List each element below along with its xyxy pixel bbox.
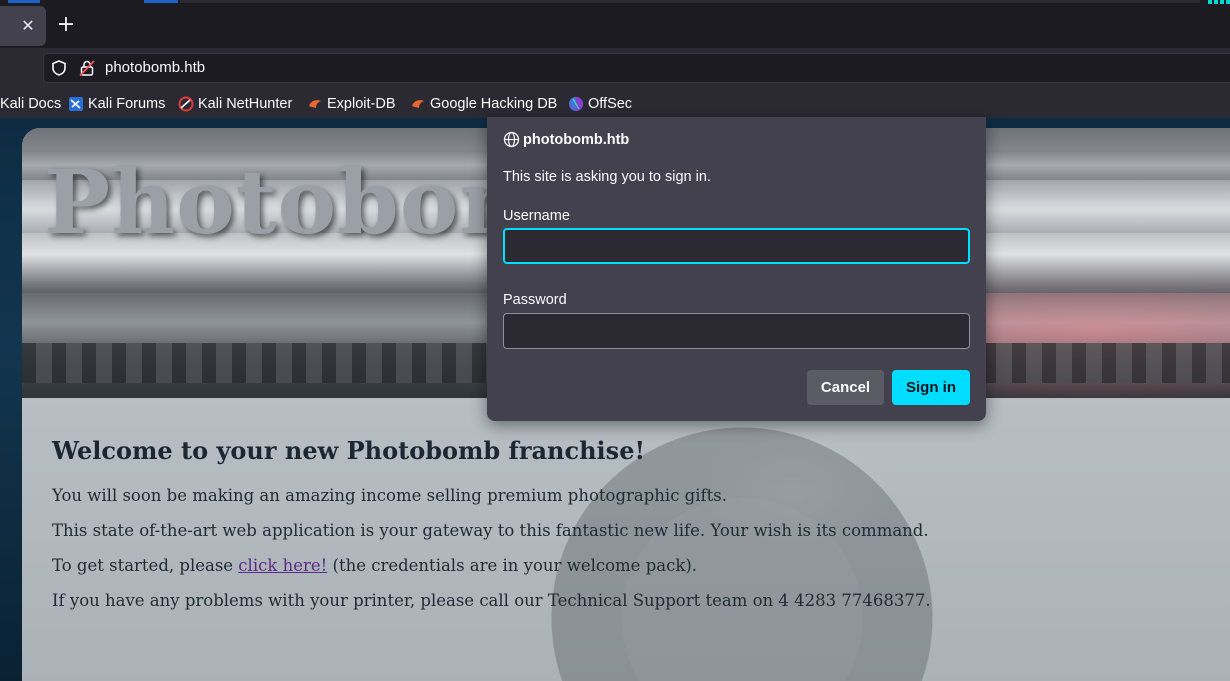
- bookmark-kali-docs[interactable]: Kali Docs: [0, 95, 61, 113]
- tracking-protection-shield-icon[interactable]: [50, 59, 68, 77]
- exploit-db-icon: [309, 100, 321, 108]
- dialog-message: This site is asking you to sign in.: [503, 169, 711, 185]
- bookmark-kali-forums[interactable]: Kali Forums: [88, 95, 165, 113]
- kali-forums-icon: [69, 97, 83, 111]
- welcome-heading: Welcome to your new Photobomb franchise!: [52, 436, 645, 465]
- cancel-button[interactable]: Cancel: [807, 370, 884, 405]
- close-tab-icon[interactable]: ✕: [19, 17, 37, 35]
- get-started-suffix: (the credentials are in your welcome pac…: [327, 556, 698, 575]
- password-label: Password: [503, 292, 567, 308]
- username-field[interactable]: [503, 228, 970, 264]
- click-here-link[interactable]: click here!: [238, 556, 327, 575]
- description-paragraph: This state of-the-art web application is…: [52, 521, 929, 540]
- sign-in-button[interactable]: Sign in: [892, 370, 970, 405]
- kali-nethunter-icon: [178, 96, 194, 112]
- url-text[interactable]: photobomb.htb: [105, 59, 205, 77]
- globe-icon: [503, 131, 520, 148]
- get-started-text: To get started, please: [52, 556, 239, 575]
- bookmark-exploit-db[interactable]: Exploit-DB: [327, 95, 396, 113]
- intro-paragraph: You will soon be making an amazing incom…: [52, 486, 727, 505]
- offsec-icon: [569, 97, 583, 111]
- dialog-host: photobomb.htb: [523, 132, 630, 148]
- tab-strip: [0, 0, 1230, 48]
- new-tab-button[interactable]: +: [56, 14, 76, 36]
- password-field[interactable]: [503, 313, 970, 349]
- bookmark-offsec[interactable]: OffSec: [588, 95, 632, 113]
- address-bar[interactable]: [43, 53, 1230, 83]
- ghdb-icon: [412, 100, 424, 108]
- content-area: Welcome to your new Photobomb franchise!…: [22, 398, 1230, 681]
- window-menu-icon[interactable]: [1208, 0, 1230, 4]
- bookmark-kali-nethunter[interactable]: Kali NetHunter: [198, 95, 292, 113]
- username-label: Username: [503, 208, 570, 224]
- tab-strip-edge: [180, 0, 1200, 3]
- tab-indicator: [144, 0, 178, 3]
- support-paragraph: If you have any problems with your print…: [52, 591, 931, 610]
- tab-indicator: [8, 0, 40, 3]
- get-started-paragraph: To get started, please click here! (the …: [52, 556, 697, 575]
- bookmark-google-hacking-db[interactable]: Google Hacking DB: [430, 95, 557, 113]
- insecure-lock-icon[interactable]: [78, 59, 96, 77]
